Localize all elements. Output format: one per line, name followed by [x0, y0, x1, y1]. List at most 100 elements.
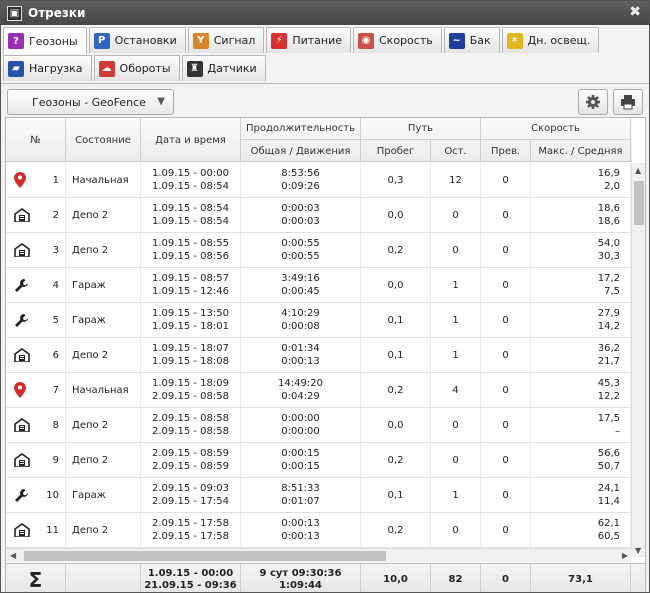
table-row[interactable]: 4 Гараж 1.09.15 - 08:57 1.09.15 - 12:46 3:49…: [6, 268, 632, 303]
duration-cell: 0:00:03 0:00:03: [241, 198, 361, 232]
tab-row-1: ? Геозоны P Остановки Y Сигнал ⚡ Питание ◉ Скорос…: [1, 27, 649, 55]
tab-load[interactable]: ▰ Нагрузка: [3, 55, 92, 81]
close-icon[interactable]: ✖: [629, 4, 641, 20]
exceed-cell: 0: [481, 478, 531, 512]
speed-cell: 62,1 60,5: [531, 513, 631, 547]
tab-parking[interactable]: P Остановки: [88, 27, 186, 53]
parking-icon: P: [93, 32, 110, 49]
table-row[interactable]: 5 Гараж 1.09.15 - 13:50 1.09.15 - 18:01 4:10…: [6, 303, 632, 338]
horizontal-scrollbar[interactable]: ◀ ▶: [6, 548, 632, 562]
print-button[interactable]: [613, 89, 643, 115]
state-cell: Начальная: [66, 373, 141, 407]
col-state[interactable]: Состояние: [66, 118, 141, 162]
state-cell: Депо 2: [66, 233, 141, 267]
datetime-cell: 2.09.15 - 08:58 2.09.15 - 08:58: [141, 408, 241, 442]
tab-label: Скорость: [379, 34, 433, 47]
col-num[interactable]: №: [6, 118, 66, 162]
date-start: 1.09.15 - 08:55: [152, 238, 229, 249]
mileage-cell: 0,2: [361, 233, 431, 267]
speed-max: 36,2: [597, 343, 620, 354]
date-end: 2.09.15 - 17:54: [152, 496, 229, 507]
speed-avg: 50,7: [597, 461, 620, 472]
table-row[interactable]: 2 Депо 2 1.09.15 - 08:54 1.09.15 - 08:54 0:0…: [6, 198, 632, 233]
col-max-avg[interactable]: Макс. / Средняя: [531, 140, 631, 162]
vertical-scrollbar[interactable]: ▲ ▼: [631, 163, 645, 557]
duration-total: 0:00:13: [281, 518, 320, 529]
tab-daylight[interactable]: ✶ Дн. освещ.: [501, 27, 600, 53]
table-row[interactable]: 7 Начальная 1.09.15 - 18:09 2.09.15 - 08:58…: [6, 373, 632, 408]
speed-cell: 24,1 11,4: [531, 478, 631, 512]
speed-max: 17,5: [597, 413, 620, 424]
date-start: 2.09.15 - 09:03: [152, 483, 229, 494]
exceed-cell: 0: [481, 303, 531, 337]
mileage-cell: 0,2: [361, 443, 431, 477]
speed-max: 45,3: [597, 378, 620, 389]
table-row[interactable]: 6 Депо 2 1.09.15 - 18:07 1.09.15 - 18:08 0:0…: [6, 338, 632, 373]
date-end: 2.09.15 - 08:58: [152, 426, 229, 437]
col-exceed[interactable]: Прев.: [481, 140, 531, 162]
horizontal-scroll-thumb[interactable]: [24, 551, 386, 561]
tab-speedometer[interactable]: ◉ Скорость: [353, 27, 442, 53]
settings-button[interactable]: [578, 89, 608, 115]
duration-total: 0:00:55: [281, 238, 320, 249]
scroll-down-icon[interactable]: ▼: [635, 546, 641, 555]
depot-house-icon: [14, 453, 30, 467]
gear-icon: [586, 95, 600, 109]
speed-avg: 18,6: [597, 216, 620, 227]
speed-avg: 30,3: [597, 251, 620, 262]
tab-signal[interactable]: Y Сигнал: [187, 27, 265, 53]
wrench-icon: [14, 313, 29, 328]
tab-power[interactable]: ⚡ Питание: [266, 27, 351, 53]
tab-rpm[interactable]: ☁ Обороты: [93, 55, 180, 81]
scroll-left-icon[interactable]: ◀: [10, 551, 16, 560]
tab-sensor[interactable]: ♜ Датчики: [181, 55, 266, 81]
depot-house-icon: [14, 348, 30, 362]
table-row[interactable]: 3 Депо 2 1.09.15 - 08:55 1.09.15 - 08:56 0:0…: [6, 233, 632, 268]
date-start: 1.09.15 - 13:50: [152, 308, 229, 319]
state-cell: Депо 2: [66, 198, 141, 232]
col-duration-sub[interactable]: Общая / Движения: [241, 140, 361, 162]
col-mileage[interactable]: Пробег: [361, 140, 431, 162]
datetime-cell: 1.09.15 - 08:57 1.09.15 - 12:46: [141, 268, 241, 302]
duration-cell: 8:51:33 0:01:07: [241, 478, 361, 512]
vertical-scroll-thumb[interactable]: [634, 181, 644, 225]
datetime-cell: 2.09.15 - 09:03 2.09.15 - 17:54: [141, 478, 241, 512]
state-cell: Депо 2: [66, 338, 141, 372]
remaining-cell: 0: [431, 408, 481, 442]
col-remaining[interactable]: Ост.: [431, 140, 481, 162]
tab-label: Датчики: [207, 62, 257, 75]
exceed-cell: 0: [481, 408, 531, 442]
duration-cell: 0:00:13 0:00:13: [241, 513, 361, 547]
sum-icon: Σ: [6, 564, 66, 592]
exceed-cell: 0: [481, 373, 531, 407]
speed-avg: 12,2: [597, 391, 620, 402]
tab-geofence[interactable]: ? Геозоны: [3, 27, 87, 54]
mileage-cell: 0,0: [361, 408, 431, 442]
duration-cell: 0:01:34 0:00:13: [241, 338, 361, 372]
table-row[interactable]: 10 Гараж 2.09.15 - 09:03 2.09.15 - 17:54 8:5…: [6, 478, 632, 513]
scroll-right-icon[interactable]: ▶: [622, 551, 628, 560]
table-row[interactable]: 8 Депо 2 2.09.15 - 08:58 2.09.15 - 08:58 0:0…: [6, 408, 632, 443]
col-duration[interactable]: Продолжительность: [241, 118, 361, 140]
depot-house-icon: [14, 208, 30, 222]
speed-max: 17,2: [597, 273, 620, 284]
tab-fuel-tank[interactable]: ~ Бак: [443, 27, 500, 53]
table-row[interactable]: 1 Начальная 1.09.15 - 00:00 1.09.15 - 08:54…: [6, 163, 632, 198]
exceed-cell: 0: [481, 338, 531, 372]
totals-duration-total: 9 сут 09:30:36: [259, 567, 342, 579]
table-body: 1 Начальная 1.09.15 - 00:00 1.09.15 - 08:54…: [6, 163, 632, 548]
remaining-cell: 0: [431, 233, 481, 267]
depot-house-icon: [14, 243, 30, 257]
datetime-cell: 1.09.15 - 13:50 1.09.15 - 18:01: [141, 303, 241, 337]
report-type-select[interactable]: Геозоны - GeoFence ▼: [7, 89, 174, 115]
duration-moving: 0:00:13: [281, 531, 320, 542]
duration-cell: 4:10:29 0:00:08: [241, 303, 361, 337]
datetime-cell: 1.09.15 - 08:55 1.09.15 - 08:56: [141, 233, 241, 267]
date-end: 1.09.15 - 18:01: [152, 321, 229, 332]
col-datetime[interactable]: Дата и время: [141, 118, 241, 162]
speed-avg: 21,7: [597, 356, 620, 367]
table-row[interactable]: 11 Депо 2 2.09.15 - 17:58 2.09.15 - 17:58 0:…: [6, 513, 632, 548]
table-row[interactable]: 9 Депо 2 2.09.15 - 08:59 2.09.15 - 08:59 0:0…: [6, 443, 632, 478]
depot-house-icon: [14, 418, 30, 432]
scroll-up-icon[interactable]: ▲: [635, 166, 641, 175]
